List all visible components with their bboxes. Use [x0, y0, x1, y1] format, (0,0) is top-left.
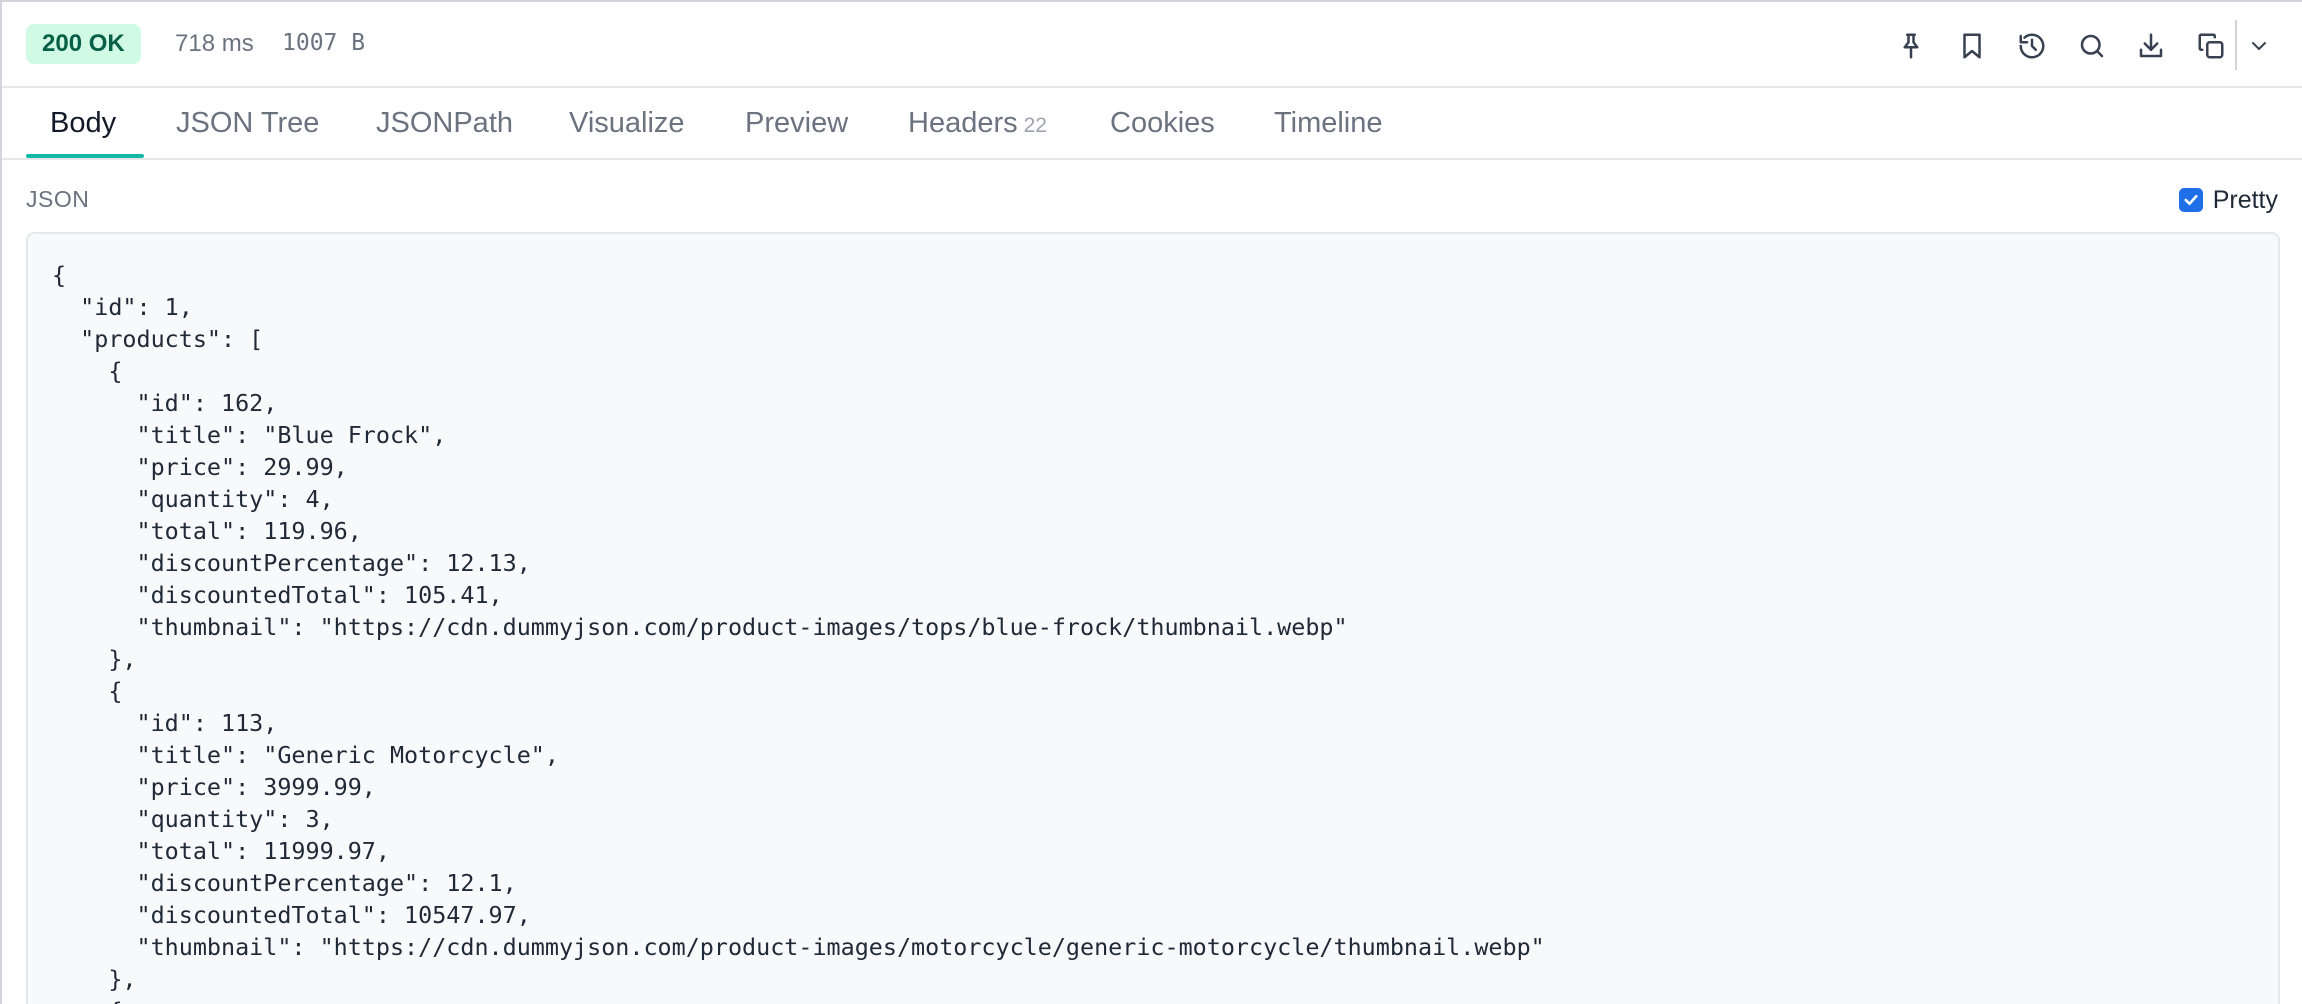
- code-line: "id": 162,: [52, 389, 278, 417]
- pretty-checkbox[interactable]: Pretty: [2178, 184, 2278, 216]
- chevron-down-icon: [2252, 42, 2266, 50]
- tab-cookies[interactable]: Cookies: [1110, 88, 1215, 158]
- code-line: "discountedTotal": 105.41,: [52, 581, 503, 609]
- json-code-block: { "id": 1, "products": [ { "id": 162, "t…: [52, 259, 1545, 1004]
- code-line: "products": [: [52, 325, 264, 353]
- download-button[interactable]: [2129, 24, 2173, 68]
- active-tab-indicator: [26, 154, 144, 158]
- headers-count-badge: 22: [1023, 114, 1047, 137]
- code-line: },: [52, 965, 137, 993]
- pin-button[interactable]: [1889, 24, 1933, 68]
- tab-preview[interactable]: Preview: [745, 88, 848, 158]
- more-options-button[interactable]: [2237, 24, 2281, 68]
- code-line: "discountedTotal": 10547.97,: [52, 901, 531, 929]
- response-body-code[interactable]: { "id": 1, "products": [ { "id": 162, "t…: [26, 232, 2280, 1004]
- code-line: "discountPercentage": 12.13,: [52, 549, 531, 577]
- code-line: "total": 119.96,: [52, 517, 362, 545]
- code-line: "title": "Blue Frock",: [52, 421, 447, 449]
- code-line: "id": 113,: [52, 709, 278, 737]
- check-icon: [2184, 194, 2198, 206]
- tab-jsonpath[interactable]: JSONPath: [376, 88, 513, 158]
- response-time: 718 ms: [175, 30, 254, 57]
- response-status-bar: 200 OK 718 ms 1007 B: [2, 2, 2302, 88]
- pretty-label: Pretty: [2212, 185, 2278, 214]
- copy-button[interactable]: [2189, 24, 2233, 68]
- response-tabs: Body JSON Tree JSONPath Visualize Previe…: [2, 88, 2302, 160]
- history-icon: [2019, 33, 2045, 59]
- code-line: "quantity": 3,: [52, 805, 334, 833]
- tab-preview-label: Preview: [745, 107, 849, 139]
- code-line: {: [52, 261, 67, 289]
- tab-body[interactable]: Body: [50, 88, 116, 158]
- code-line: "title": "Generic Motorcycle",: [52, 741, 559, 769]
- search-button[interactable]: [2070, 24, 2114, 68]
- code-line: },: [52, 645, 137, 673]
- code-line: "price": 3999.99,: [52, 773, 376, 801]
- code-line: {: [52, 357, 123, 385]
- body-format-label: JSON: [26, 186, 90, 212]
- status-badge: 200 OK: [26, 24, 141, 64]
- tab-headers[interactable]: Headers 22: [908, 88, 1047, 158]
- code-line: "thumbnail": "https://cdn.dummyjson.com/…: [52, 933, 1545, 961]
- tab-visualize[interactable]: Visualize: [569, 88, 685, 158]
- code-line: "price": 29.99,: [52, 453, 348, 481]
- code-line: "thumbnail": "https://cdn.dummyjson.com/…: [52, 613, 1348, 641]
- history-button[interactable]: [2010, 24, 2054, 68]
- code-line: {: [52, 995, 1545, 1004]
- code-line: "id": 1,: [52, 293, 193, 321]
- tab-headers-label: Headers: [908, 107, 1018, 139]
- code-line: "total": 11999.97,: [52, 837, 390, 865]
- response-viewer: 200 OK 718 ms 1007 B Body JSON Tree JSON…: [0, 0, 2302, 1004]
- bookmark-button[interactable]: [1950, 24, 1994, 68]
- copy-icon: [2198, 33, 2224, 59]
- code-line: "discountPercentage": 12.1,: [52, 869, 517, 897]
- pin-icon: [1903, 33, 1919, 59]
- search-icon: [2080, 34, 2104, 58]
- download-icon: [2139, 33, 2163, 58]
- checkbox-checked-icon[interactable]: [2178, 188, 2203, 212]
- code-line: "quantity": 4,: [52, 485, 334, 513]
- code-line: {: [52, 677, 123, 705]
- tab-timeline[interactable]: Timeline: [1274, 88, 1383, 158]
- response-size: 1007 B: [282, 30, 366, 56]
- bookmark-icon: [1963, 33, 1981, 59]
- tab-json-tree[interactable]: JSON Tree: [176, 88, 319, 158]
